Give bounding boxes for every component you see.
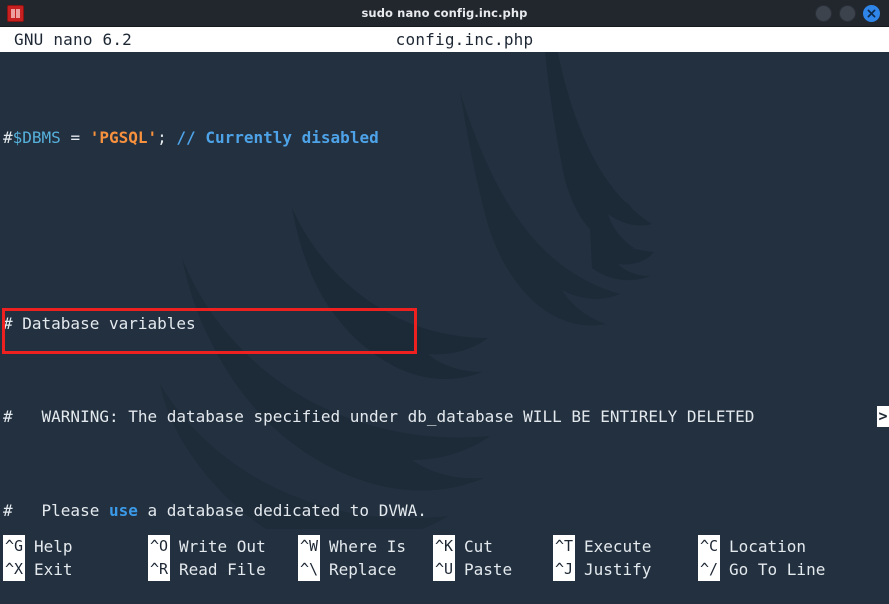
shortcut-exit[interactable]: ^X Exit <box>3 558 148 582</box>
shortcut-column: ^W Where Is ^\ Replace <box>298 535 433 604</box>
shortcut-help[interactable]: ^G Help <box>3 535 148 559</box>
shortcut-column: ^K Cut ^U Paste <box>433 535 553 604</box>
shortcut-key: ^T <box>553 535 575 559</box>
shortcut-key: ^W <box>298 535 320 559</box>
nano-header-bar: GNU nano 6.2 config.inc.php <box>0 27 889 52</box>
shortcut-label: Read File <box>179 560 266 580</box>
code-line: # WARNING: The database specified under … <box>3 406 889 428</box>
shortcut-where-is[interactable]: ^W Where Is <box>298 535 433 559</box>
shortcut-key: ^K <box>433 535 455 559</box>
nano-filename-label: config.inc.php <box>395 30 534 49</box>
code-line: # Please use a database dedicated to DVW… <box>3 500 427 520</box>
shortcut-cut[interactable]: ^K Cut <box>433 535 553 559</box>
code-line: # Database variables <box>3 314 196 334</box>
shortcut-key: ^R <box>148 558 170 582</box>
shortcut-label: Justify <box>584 560 652 580</box>
shortcut-label: Exit <box>34 560 73 580</box>
shortcut-go-to-line[interactable]: ^/ Go To Line <box>698 558 858 582</box>
shortcut-key: ^X <box>3 558 25 582</box>
shortcut-key: ^\ <box>298 558 320 582</box>
shortcut-replace[interactable]: ^\ Replace <box>298 558 433 582</box>
close-button[interactable] <box>863 4 880 22</box>
shortcut-label: Help <box>34 537 73 556</box>
shortcut-key: ^U <box>433 558 455 582</box>
shortcut-column: ^O Write Out ^R Read File <box>148 535 298 604</box>
shortcut-key: ^C <box>698 535 720 559</box>
nano-shortcut-bar: ^G Help ^X Exit ^O Write Out ^R Read Fil… <box>0 529 889 604</box>
shortcut-label: Execute <box>584 537 652 556</box>
shortcut-execute[interactable]: ^T Execute <box>553 535 698 559</box>
shortcut-label: Location <box>729 537 807 556</box>
shortcut-key: ^O <box>148 535 170 559</box>
editor-area[interactable]: #$DBMS = 'PGSQL'; // Currently disabled … <box>0 52 889 529</box>
shortcut-label: Cut <box>464 537 493 556</box>
terminal-window: sudo nano config.inc.php GNU nano 6.2 co… <box>0 0 889 604</box>
shortcut-key: ^J <box>553 558 575 582</box>
shortcut-column: ^C Location ^/ Go To Line <box>698 535 858 604</box>
maximize-button[interactable] <box>839 4 856 22</box>
terminal-icon <box>7 4 24 22</box>
shortcut-label: Write Out <box>179 537 266 556</box>
code-line: #$DBMS = 'PGSQL'; // Currently disabled <box>3 127 379 147</box>
wrap-marker-icon: > <box>877 406 889 428</box>
window-title: sudo nano config.inc.php <box>361 6 528 20</box>
close-icon <box>867 9 876 17</box>
window-titlebar[interactable]: sudo nano config.inc.php <box>0 0 889 27</box>
shortcut-write-out[interactable]: ^O Write Out <box>148 535 298 559</box>
shortcut-label: Paste <box>464 560 513 580</box>
code-content[interactable]: #$DBMS = 'PGSQL'; // Currently disabled … <box>0 52 889 529</box>
shortcut-location[interactable]: ^C Location <box>698 535 858 559</box>
minimize-button[interactable] <box>815 4 832 22</box>
shortcut-paste[interactable]: ^U Paste <box>433 558 553 582</box>
shortcut-read-file[interactable]: ^R Read File <box>148 558 298 582</box>
shortcut-key: ^G <box>3 535 25 559</box>
shortcut-column: ^T Execute ^J Justify <box>553 535 698 604</box>
shortcut-justify[interactable]: ^J Justify <box>553 558 698 582</box>
shortcut-key: ^/ <box>698 558 720 582</box>
shortcut-label: Go To Line <box>729 560 826 580</box>
window-controls <box>815 4 889 22</box>
shortcut-label: Replace <box>329 560 397 580</box>
shortcut-label: Where Is <box>329 537 407 556</box>
shortcut-column: ^G Help ^X Exit <box>3 535 148 604</box>
